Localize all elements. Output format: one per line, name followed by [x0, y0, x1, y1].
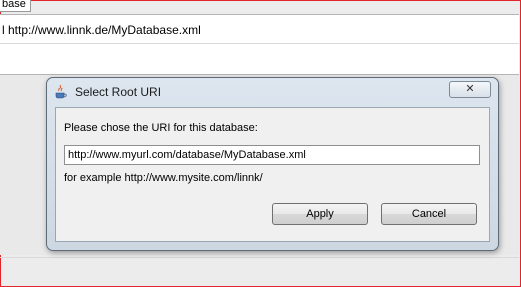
background-panel: l http://www.linnk.de/MyDatabase.xml [0, 14, 519, 75]
select-root-uri-dialog: Select Root URI ✕ Please chose the URI f… [46, 77, 499, 251]
url-text: l http://www.linnk.de/MyDatabase.xml [2, 23, 201, 37]
dialog-content: Please chose the URI for this database: … [55, 107, 490, 242]
close-button[interactable]: ✕ [449, 81, 491, 98]
close-icon: ✕ [465, 83, 475, 95]
apply-button[interactable]: Apply [272, 203, 368, 225]
uri-input[interactable] [64, 145, 480, 165]
url-row[interactable]: l http://www.linnk.de/MyDatabase.xml [0, 15, 519, 44]
tab-database[interactable]: base [0, 0, 31, 12]
cancel-button[interactable]: Cancel [381, 203, 477, 225]
dialog-title: Select Root URI [75, 85, 162, 99]
prompt-label: Please chose the URI for this database: [64, 122, 258, 134]
java-cup-icon [54, 84, 68, 99]
example-label: for example http://www.mysite.com/linnk/ [64, 172, 263, 184]
divider [0, 257, 519, 258]
dialog-titlebar[interactable]: Select Root URI ✕ [47, 78, 498, 106]
